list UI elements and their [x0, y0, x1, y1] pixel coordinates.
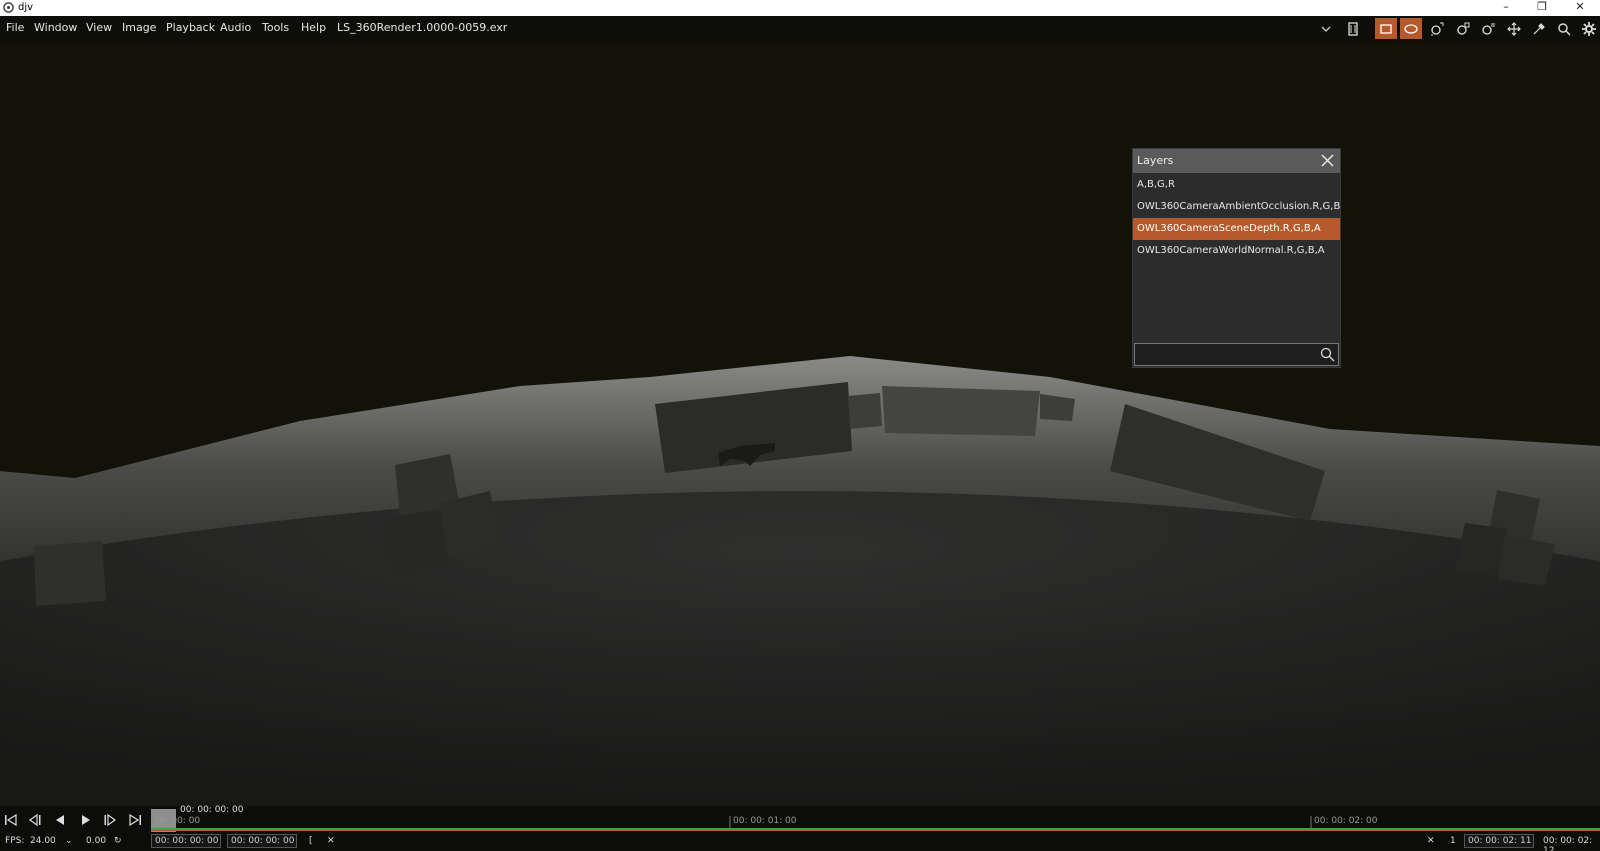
zoom-fit-icon — [1431, 22, 1444, 35]
minimize-button[interactable]: – — [1488, 0, 1524, 16]
color-picker-button[interactable] — [1528, 18, 1550, 39]
menu-playback[interactable]: Playback — [166, 21, 215, 34]
zoom-reset-button[interactable] — [1452, 18, 1474, 39]
close-window-button[interactable]: ✕ — [1562, 0, 1598, 16]
close-icon[interactable] — [1319, 152, 1336, 169]
current-file-name: LS_360Render1.0000-0059.exr — [337, 21, 508, 34]
clear-in-out-icon[interactable]: ✕ — [327, 836, 335, 846]
search-icon — [1558, 22, 1571, 35]
layer-item-ambient-occlusion[interactable]: OWL360CameraAmbientOcclusion.R,G,B,A — [1133, 196, 1340, 218]
settings-button[interactable] — [1578, 18, 1600, 39]
app-icon — [3, 2, 14, 13]
go-to-end-button[interactable] — [124, 811, 146, 829]
end-time-field[interactable]: 00: 00: 02: 11 — [1464, 834, 1534, 848]
fps-value[interactable]: 24.00 — [30, 836, 56, 846]
menu-tools[interactable]: Tools — [262, 21, 289, 34]
image-viewport[interactable] — [0, 41, 1600, 806]
channels-button[interactable] — [1342, 18, 1364, 39]
layers-search-input[interactable] — [1137, 345, 1317, 364]
film-strip-icon — [1348, 21, 1358, 36]
play-reverse-button[interactable] — [49, 811, 71, 829]
menu-bar: File Window View Image Playback Audio To… — [0, 16, 1600, 41]
window-title: djv — [18, 2, 34, 13]
zoom-reset-icon — [1457, 22, 1470, 35]
search-icon — [1320, 347, 1335, 362]
fps-label: FPS: — [5, 836, 25, 846]
rendered-depth-image — [0, 41, 1600, 806]
frame-step-value[interactable]: 1 — [1450, 836, 1456, 846]
clear-icon[interactable]: ✕ — [1427, 836, 1435, 846]
layers-panel-title: Layers — [1137, 154, 1174, 167]
menu-help[interactable]: Help — [301, 21, 326, 34]
fps-dropdown-icon[interactable]: ⌄ — [65, 836, 73, 846]
zoom-fit-button[interactable] — [1426, 18, 1448, 39]
spherical-view-button[interactable] — [1400, 18, 1422, 39]
step-forward-button[interactable] — [99, 811, 121, 829]
menu-window[interactable]: Window — [34, 21, 77, 34]
gear-icon — [1582, 21, 1596, 36]
menu-image[interactable]: Image — [122, 21, 156, 34]
menu-file[interactable]: File — [6, 21, 24, 34]
playback-controls-row: FPS: 24.00 ⌄ 0.00 ↻ 00: 00: 00: 00 00: 0… — [0, 834, 1600, 851]
go-to-start-button[interactable] — [0, 811, 22, 829]
play-reverse-icon — [56, 815, 64, 825]
layers-list: A,B,G,R OWL360CameraAmbientOcclusion.R,G… — [1133, 174, 1340, 262]
speed-value[interactable]: 0.00 — [86, 836, 106, 846]
loop-icon[interactable]: ↻ — [114, 836, 122, 846]
layer-item-abgr[interactable]: A,B,G,R — [1133, 174, 1340, 196]
app-window: djv – ❐ ✕ File Window View Image Playbac… — [0, 0, 1600, 851]
eyedropper-icon — [1533, 22, 1545, 34]
in-point-field[interactable]: 00: 00: 00: 00 — [151, 834, 221, 848]
menu-view[interactable]: View — [86, 21, 112, 34]
layers-panel: Layers A,B,G,R OWL360CameraAmbientOcclus… — [1132, 148, 1341, 368]
current-time-label: 00: 00: 00: 00 — [180, 805, 244, 815]
os-title-bar: djv – ❐ ✕ — [0, 0, 1600, 16]
rectangle-icon — [1380, 23, 1392, 34]
layers-panel-header[interactable]: Layers — [1133, 149, 1340, 173]
move-icon — [1507, 21, 1521, 36]
layer-item-scene-depth[interactable]: OWL360CameraSceneDepth.R,G,B,A — [1133, 218, 1340, 240]
skip-start-icon — [5, 814, 17, 826]
file-dropdown-button[interactable] — [1315, 18, 1337, 39]
zoom-one-icon — [1482, 22, 1495, 35]
restore-button[interactable]: ❐ — [1524, 0, 1560, 16]
chevron-down-icon — [1321, 26, 1331, 32]
menu-audio[interactable]: Audio — [220, 21, 251, 34]
step-back-button[interactable] — [24, 811, 46, 829]
timeline-track[interactable]: 00: 00: 00 00: 00: 01: 00 00: 00: 02: 00 — [151, 806, 1600, 832]
step-back-icon — [28, 814, 41, 826]
skip-end-icon — [129, 814, 141, 826]
set-in-point-button[interactable]: [ — [309, 836, 313, 846]
pan-button[interactable] — [1503, 18, 1525, 39]
layers-search-box — [1134, 343, 1339, 366]
in-out-range-bar — [151, 830, 1600, 831]
duration-label: 00: 00: 02: 12 — [1543, 836, 1593, 851]
search-button[interactable] — [1553, 18, 1575, 39]
step-forward-icon — [104, 814, 117, 826]
play-icon — [82, 815, 90, 825]
frame-view-button[interactable] — [1375, 18, 1397, 39]
out-point-field[interactable]: 00: 00: 00: 00 — [227, 834, 297, 848]
layer-item-world-normal[interactable]: OWL360CameraWorldNormal.R,G,B,A — [1133, 240, 1340, 262]
ellipse-icon — [1404, 23, 1418, 34]
zoom-hundred-button[interactable] — [1477, 18, 1499, 39]
play-button[interactable] — [75, 811, 97, 829]
